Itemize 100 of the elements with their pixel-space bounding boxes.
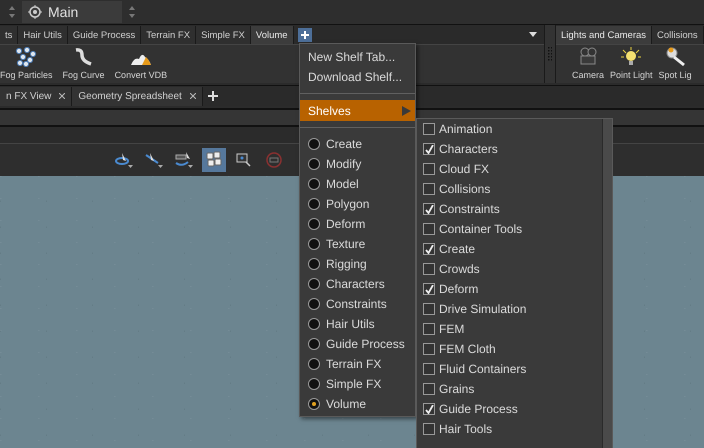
viewport-tool-button[interactable] (202, 148, 226, 172)
shelf-set-option[interactable]: Constraints (300, 294, 415, 314)
shelf-checkbox-item[interactable]: Grains (417, 379, 602, 399)
shelf-checkbox-item[interactable]: Fluid Containers (417, 359, 602, 379)
shelf-checkbox-item[interactable]: Collisions (417, 179, 602, 199)
light-bulb-icon (620, 47, 642, 67)
shelf-set-option[interactable]: Characters (300, 274, 415, 294)
checkbox[interactable] (423, 383, 435, 395)
shelf-tab[interactable]: Hair Utils (18, 26, 68, 44)
particles-icon (15, 47, 38, 67)
menu-item[interactable]: Download Shelf... (300, 67, 415, 87)
shelf-checkbox-item[interactable]: Cloud FX (417, 159, 602, 179)
pane-tab[interactable]: Geometry Spreadsheet (72, 86, 203, 106)
shelf-name: Animation (439, 122, 492, 136)
shelf-name: Cloud FX (439, 162, 490, 176)
shelf-checkbox-item[interactable]: Crowds (417, 259, 602, 279)
shelf-checkbox-item[interactable]: Characters (417, 139, 602, 159)
shelf-checkbox-item[interactable]: FEM Cloth (417, 339, 602, 359)
shelf-tool[interactable]: Point Light (610, 47, 653, 80)
checkbox[interactable] (423, 283, 435, 295)
shelf-name: Characters (439, 142, 498, 156)
shelf-set-option[interactable]: Simple FX (300, 374, 415, 394)
shelf-name: Container Tools (439, 222, 522, 236)
plus-icon (300, 30, 310, 40)
shelf-set-option[interactable]: Volume (300, 394, 415, 414)
shelf-tab[interactable]: Terrain FX (141, 26, 196, 44)
checkbox[interactable] (423, 263, 435, 275)
shelf-set-label: Terrain FX (326, 357, 382, 371)
shelf-checkbox-item[interactable]: Hair Tools (417, 419, 602, 439)
shelf-tab[interactable]: Lights and Cameras (556, 26, 652, 44)
spinner-arrows-icon[interactable] (128, 5, 136, 19)
spinner-arrows-icon[interactable] (8, 5, 16, 19)
shelf-tool[interactable]: Fog Curve (62, 47, 105, 80)
checkbox[interactable] (423, 183, 435, 195)
shelf-set-option[interactable]: Polygon (300, 194, 415, 214)
checkbox[interactable] (423, 303, 435, 315)
shelf-checkbox-item[interactable]: Create (417, 239, 602, 259)
spotlight-icon (664, 47, 686, 67)
shelf-tool[interactable]: Spot Lig (658, 47, 692, 80)
checkbox[interactable] (423, 423, 435, 435)
shelf-set-label: Volume (326, 397, 366, 411)
shelf-name: Drive Simulation (439, 302, 526, 316)
shelf-name: Create (439, 242, 476, 256)
shelf-set-option[interactable]: Texture (300, 234, 415, 254)
shelf-set-option[interactable]: Rigging (300, 254, 415, 274)
shelf-tab[interactable]: Simple FX (196, 26, 251, 44)
submenu-arrow-icon (402, 106, 411, 116)
shelf-set-option[interactable]: Modify (300, 154, 415, 174)
shelf-checkbox-item[interactable]: Drive Simulation (417, 299, 602, 319)
desktop-selector[interactable]: Main (22, 1, 122, 23)
shelf-checkbox-item[interactable]: Animation (417, 119, 602, 139)
checkbox[interactable] (423, 203, 435, 215)
shelf-checkbox-item[interactable]: Guide Process (417, 399, 602, 419)
shelf-checkbox-item[interactable]: Deform (417, 279, 602, 299)
shelf-name: FEM Cloth (439, 342, 496, 356)
checkbox[interactable] (423, 123, 435, 135)
shelf-set-option[interactable]: Terrain FX (300, 354, 415, 374)
add-tab-button[interactable] (298, 28, 312, 42)
shelf-name: Grains (439, 382, 474, 396)
shelf-set-option[interactable]: Deform (300, 214, 415, 234)
pane-tab[interactable]: n FX View (0, 86, 72, 106)
checkbox[interactable] (423, 243, 435, 255)
close-icon[interactable] (59, 93, 66, 99)
shelf-set-label: Deform (326, 217, 366, 231)
checkbox[interactable] (423, 163, 435, 175)
shelf-tool[interactable]: Fog Particles (0, 47, 53, 80)
shelf-tool[interactable]: Convert VDB (114, 51, 168, 80)
shelf-checkbox-item[interactable]: FEM (417, 319, 602, 339)
shelf-set-option[interactable]: Model (300, 174, 415, 194)
checkbox[interactable] (423, 323, 435, 335)
shelf-name: FEM (439, 322, 464, 336)
checkbox[interactable] (423, 403, 435, 415)
checkbox[interactable] (423, 343, 435, 355)
shelves-submenu-item[interactable]: Shelves (300, 100, 415, 121)
checkbox[interactable] (423, 223, 435, 235)
shelf-checkbox-item[interactable]: Container Tools (417, 219, 602, 239)
transform-icon (174, 151, 194, 169)
shelf-set-label: Simple FX (326, 377, 382, 391)
shelf-set-label: Rigging (326, 257, 367, 271)
shelf-tab[interactable]: Collisions (652, 26, 704, 44)
shelf-checkbox-item[interactable]: Constraints (417, 199, 602, 219)
menu-item[interactable]: New Shelf Tab... (300, 47, 415, 67)
scrollbar[interactable] (602, 119, 612, 448)
shelf-set-label: Hair Utils (326, 317, 375, 331)
shelf-tab[interactable]: Volume (250, 26, 294, 44)
checkbox[interactable] (423, 143, 435, 155)
plus-icon (208, 91, 218, 101)
shelf-name: Constraints (439, 202, 500, 216)
dropdown-arrow-icon[interactable] (528, 29, 538, 39)
shelf-set-option[interactable]: Hair Utils (300, 314, 415, 334)
close-icon[interactable] (190, 93, 196, 99)
shelf-set-option[interactable]: Create (300, 134, 415, 154)
rotate-select-icon (114, 151, 134, 169)
grip-icon[interactable] (548, 47, 552, 61)
shelf-name: Hair Tools (439, 422, 492, 436)
checkbox[interactable] (423, 363, 435, 375)
shelf-tab[interactable]: Guide Process (68, 26, 142, 44)
shelf-tab[interactable]: ts (0, 26, 18, 44)
shelf-tool[interactable]: Camera (572, 47, 604, 80)
shelf-set-option[interactable]: Guide Process (300, 334, 415, 354)
